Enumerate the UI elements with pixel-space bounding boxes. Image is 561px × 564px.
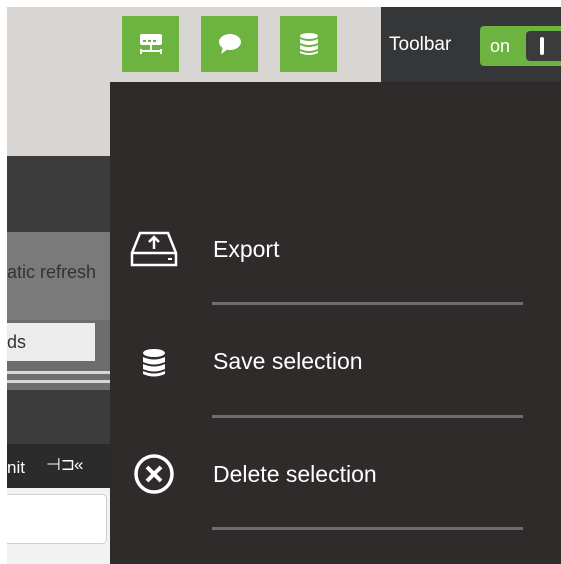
unit-label: nit <box>7 458 25 477</box>
collapse-icon[interactable]: « <box>74 455 83 475</box>
panel-section-dark <box>7 156 110 232</box>
save-selection-item-icon[interactable] <box>128 341 180 385</box>
menu-divider <box>212 527 523 530</box>
panel-header-area <box>7 82 110 156</box>
field-box[interactable]: ds <box>7 323 95 361</box>
database-icon <box>299 33 318 55</box>
toggle-knob[interactable] <box>526 31 561 61</box>
chat-button[interactable] <box>201 16 258 72</box>
separator-lines <box>7 366 110 390</box>
network-button[interactable] <box>122 16 179 72</box>
network-server-icon <box>139 34 162 54</box>
export-item-icon[interactable] <box>128 227 180 271</box>
save-selection-menu-item[interactable]: Save selection <box>213 348 363 375</box>
export-menu-item[interactable]: Export <box>213 236 279 263</box>
menu-divider <box>212 302 523 305</box>
database-button[interactable] <box>280 16 337 72</box>
toolbar-toggle[interactable]: on <box>480 26 561 66</box>
toolbar-label: Toolbar <box>389 34 452 55</box>
chat-bubble-icon <box>218 34 241 54</box>
circle-x-icon <box>134 454 174 494</box>
delete-selection-menu-item[interactable]: Delete selection <box>213 461 377 488</box>
pin-icon[interactable]: ⊣⊐ <box>46 455 75 475</box>
menu-divider <box>212 415 523 418</box>
unit-input[interactable] <box>7 494 107 544</box>
toggle-state-label: on <box>490 36 511 56</box>
panel-section-dark-2 <box>7 390 110 444</box>
export-tray-icon <box>130 231 178 267</box>
delete-selection-item-icon[interactable] <box>128 452 180 496</box>
auto-refresh-label: atic refresh <box>7 262 97 282</box>
database-icon <box>143 349 165 377</box>
